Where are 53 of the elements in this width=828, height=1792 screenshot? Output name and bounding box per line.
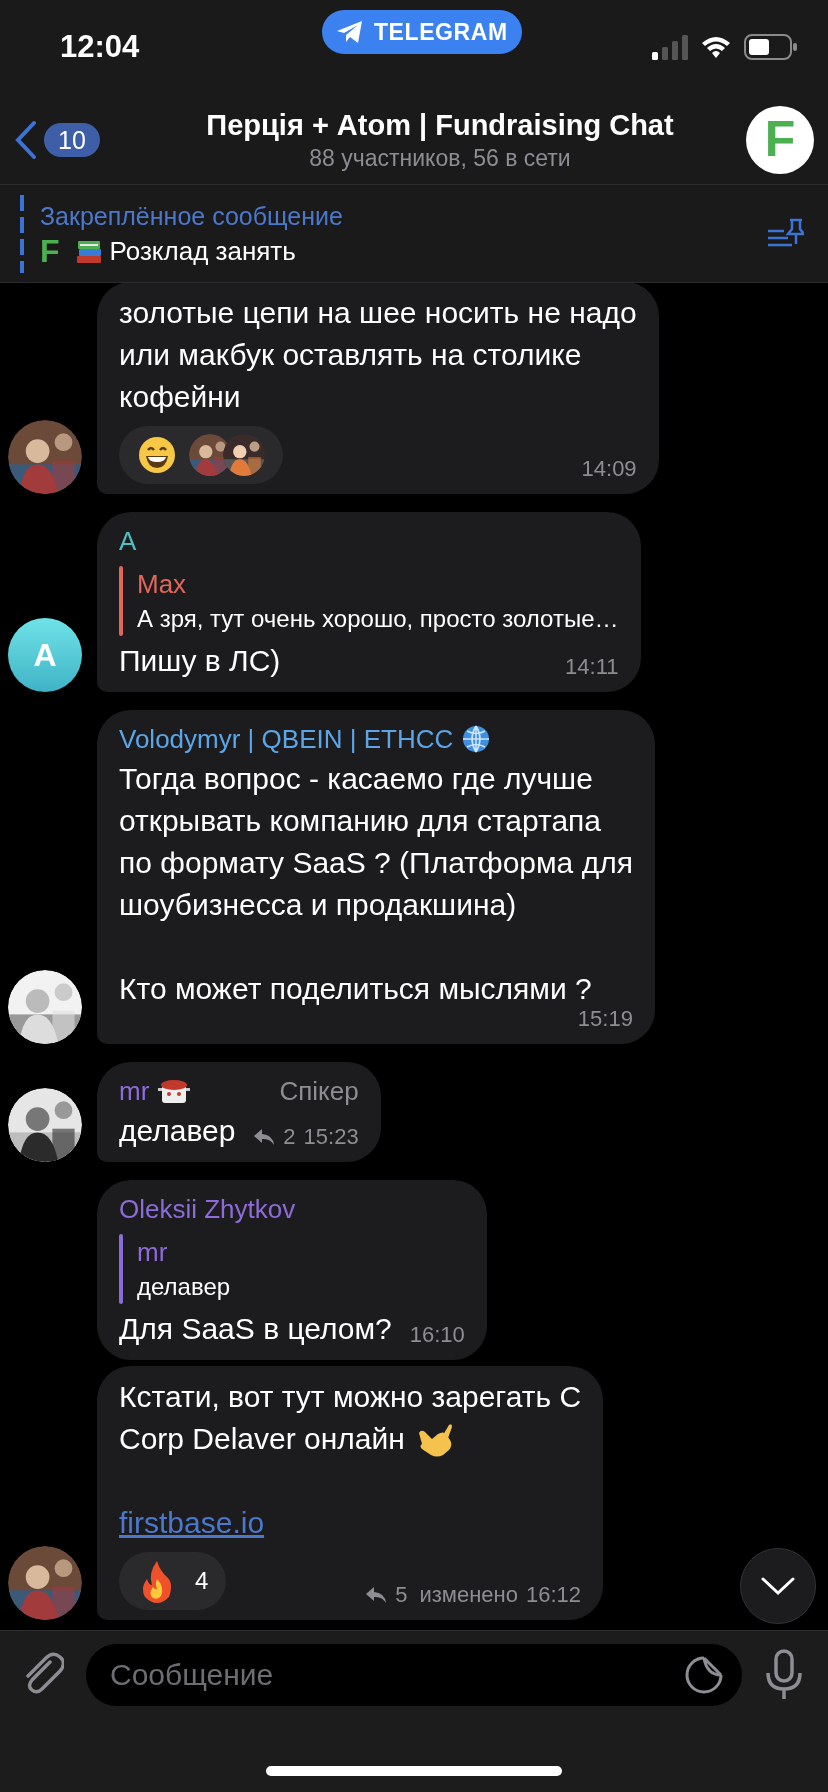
message-time: 14:09 [581,455,637,483]
chevron-left-icon [14,119,38,160]
reply-text: делавер [137,1272,231,1302]
pinned-emoji-letter: F [40,232,60,269]
sender-name: A [119,525,137,558]
battery-icon [744,34,798,60]
edited-label: изменено [419,1581,518,1609]
microphone-icon[interactable] [764,1649,804,1701]
reply-arrow-icon [365,1586,388,1604]
message-text: Тогда вопрос - касаемо где лучше открывать компанию для стартапа по формату SaaS ? (Платформа для шоубизнесса и продакшина) Кто может поделиться мыслями ? [119,761,633,1007]
status-time: 12:04 [60,28,140,67]
message-time: 16:10 [409,1321,465,1349]
pinned-label: Закреплённое сообщение [40,200,344,232]
message-text: Corp Delaver онлайн [119,1421,405,1457]
reply-text: А зря, тут очень хорошо, просто золотые… [137,604,619,634]
app-badge[interactable]: TELEGRAM [322,10,522,54]
message-time: 16:12 [526,1581,582,1609]
sender-name: Oleksii Zhytkov [119,1193,296,1226]
globe-icon [461,724,492,754]
unread-count-badge: 10 [44,122,100,157]
message-time: 14:11 [565,653,619,681]
message-link[interactable]: firstbase.io [119,1502,582,1544]
reply-count: 2 [283,1123,296,1151]
chat-subtitle: 88 участников, 56 в сети [309,143,571,173]
sender-name: mr [119,1075,150,1108]
reply-arrow-icon [253,1128,276,1146]
chevron-down-icon [760,1576,796,1596]
wifi-icon [700,35,732,59]
message-text: Кстати, вот тут можно зарегать С [119,1379,582,1415]
message-text: Для SaaS в целом? [119,1311,392,1347]
sender-name: Volodymyr | QBEIN | ETHCC [119,723,454,756]
reply-author: Max [137,568,188,601]
pinned-indicator-icon [20,194,24,273]
member-role: Спікер [278,1075,359,1108]
pinned-message-bar[interactable]: Закреплённое сообщение F Розклад занять [0,185,828,283]
message-text: Пишу в ЛС) [119,643,281,679]
back-button[interactable]: 10 [14,119,144,160]
grinning-face-icon [137,435,177,475]
chat-title: Перція + Atom | Fundraising Chat [206,107,674,143]
reaction-chip[interactable]: 4 [119,1552,227,1610]
reaction-count: 4 [194,1566,209,1596]
chat-avatar[interactable]: F [746,105,814,174]
message-text: делавер [119,1113,236,1149]
reply-count: 5 [395,1581,408,1609]
message-time: 15:19 [577,1005,633,1033]
message-text: золотые цепи на шее носить не надо или макбук оставлять на столике кофейни [119,295,637,415]
message-time: 15:23 [303,1123,359,1151]
pinned-text: Розклад занять [109,234,296,268]
reply-author: mr [137,1236,169,1269]
message-input-field[interactable]: Сообщение [86,1644,742,1706]
signal-icon [652,34,688,60]
sticker-icon[interactable] [684,1655,724,1695]
paper-plane-icon [336,20,364,44]
